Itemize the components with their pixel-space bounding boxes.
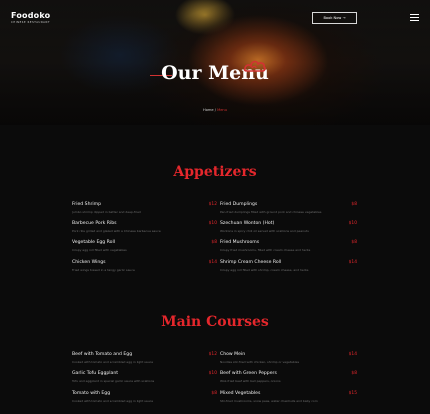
menu-item-name: Szechuan Wonton (Hot) — [220, 221, 275, 226]
menu-item: Beef with Green Peppers Wok-fried beef w… — [220, 371, 357, 383]
book-now-button[interactable]: Book Now → — [312, 12, 357, 24]
menu-item-name: Tomato with Egg — [72, 391, 111, 396]
menu-item: Chicken Wings Fried wings tossed in a ta… — [72, 260, 217, 272]
menu-item-name: Chicken Wings — [72, 260, 106, 265]
menu-item-description: Tofu and eggplant in special garlic sauc… — [72, 379, 155, 383]
menu-item-price: $10 — [348, 221, 357, 226]
menu-item: Szechuan Wonton (Hot) Wontons in spicy c… — [220, 221, 357, 233]
menu-item-description: Cooked with tomato and scrambled egg in … — [72, 360, 154, 364]
menu-item-name: Beef with Tomato and Egg — [72, 352, 133, 357]
menu-item-description: Stir-fried mushrooms, snow peas, water c… — [220, 399, 318, 403]
menu-item: Garlic Tofu Eggplant Tofu and eggplant i… — [72, 371, 217, 383]
cloud-ornament-icon — [243, 60, 266, 72]
section-title-main-courses: Main Courses — [161, 314, 269, 330]
menu-item: Vegetable Egg Roll Crispy egg roll fille… — [72, 240, 217, 252]
menu-item-price: $8 — [351, 371, 357, 376]
menu-item-description: Fried wings tossed in a tangy garlic sau… — [72, 268, 135, 272]
menu-item-description: Crispy fried mushrooms, filled with crea… — [220, 248, 311, 252]
breadcrumb-current: Menu — [217, 108, 227, 112]
menu-item: Fried Dumplings Pan-fried dumplings fill… — [220, 202, 357, 214]
menu-item: Tomato with Egg Cooked with tomato and s… — [72, 391, 217, 403]
menu-item-description: Jumbo shrimp dipped in batter and deep-f… — [72, 210, 141, 214]
menu-item-name: Chow Mein — [220, 352, 246, 357]
menu-item-name: Fried Mushrooms — [220, 240, 260, 245]
menu-item: Fried Mushrooms Crispy fried mushrooms, … — [220, 240, 357, 252]
brand-name: Foodoko — [11, 11, 51, 20]
menu-item-description: Crispy egg roll filled with vegetables — [72, 248, 127, 252]
menu-item-name: Mixed Vegetables — [220, 391, 261, 396]
menu-item-price: $8 — [211, 240, 217, 245]
menu-item-price: $12 — [208, 202, 217, 207]
menu-item-price: $14 — [348, 260, 357, 265]
menu-item-price: $14 — [348, 352, 357, 357]
menu-item-price: $8 — [211, 391, 217, 396]
menu-item-price: $15 — [348, 391, 357, 396]
menu-item: Fried Shrimp Jumbo shrimp dipped in batt… — [72, 202, 217, 214]
menu-item: Beef with Tomato and Egg Cooked with tom… — [72, 352, 217, 364]
brand-tagline: CHINESE RESTAURANT — [11, 21, 51, 24]
menu-item-price: $10 — [208, 371, 217, 376]
menu-item-description: Wok-fried beef with bell peppers, onions — [220, 379, 281, 383]
menu-item-description: Cooked with tomato and scrambled egg in … — [72, 399, 154, 403]
page-title: Our Menu — [161, 62, 269, 84]
menu-item: Mixed Vegetables Stir-fried mushrooms, s… — [220, 391, 357, 403]
menu-item-name: Garlic Tofu Eggplant — [72, 371, 119, 376]
menu-item-price: $8 — [351, 240, 357, 245]
menu-item-name: Vegetable Egg Roll — [72, 240, 115, 245]
hamburger-icon[interactable] — [410, 14, 419, 21]
menu-item-name: Shrimp Cream Cheese Roll — [220, 260, 282, 265]
menu-item: Chow Mein Noodles stir-fried with chicke… — [220, 352, 357, 364]
menu-item: Shrimp Cream Cheese Roll Crispy egg roll… — [220, 260, 357, 272]
breadcrumb: Home / Menu — [0, 108, 430, 112]
menu-item-description: Noodles stir-fried with chicken, shrimp … — [220, 360, 300, 364]
menu-item-description: Wontons in spicy chili oil served with s… — [220, 229, 309, 233]
menu-item-description: Pan-fried dumplings filled with ground p… — [220, 210, 322, 214]
menu-item-description: Pork ribs grilled and glazed with a Chin… — [72, 229, 161, 233]
menu-item-name: Barbecue Pork Ribs — [72, 221, 117, 226]
brand-logo[interactable]: Foodoko CHINESE RESTAURANT — [11, 11, 50, 24]
menu-item-description: Crispy egg roll filled with shrimp, crea… — [220, 268, 309, 272]
menu-item-name: Fried Dumplings — [220, 202, 258, 207]
menu-item-price: $8 — [351, 202, 357, 207]
menu-item-name: Beef with Green Peppers — [220, 371, 277, 376]
menu-item-price: $12 — [208, 352, 217, 357]
hero-banner: Foodoko CHINESE RESTAURANT Book Now → Ou… — [0, 0, 430, 125]
breadcrumb-home-link[interactable]: Home / — [203, 108, 217, 112]
section-title-appetizers: Appetizers — [173, 164, 257, 180]
menu-item-name: Fried Shrimp — [72, 202, 102, 207]
menu-item-price: $14 — [208, 260, 217, 265]
menu-item: Barbecue Pork Ribs Pork ribs grilled and… — [72, 221, 217, 233]
menu-item-price: $10 — [208, 221, 217, 226]
